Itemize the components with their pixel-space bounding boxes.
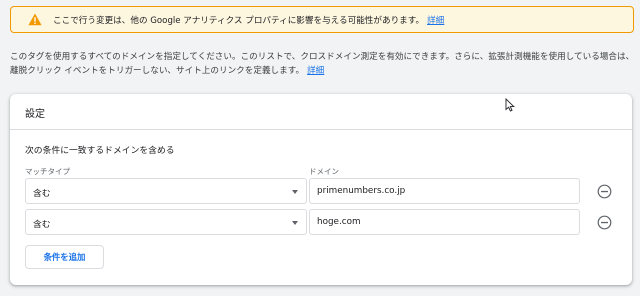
warning-triangle-icon	[28, 13, 42, 26]
domain-input[interactable]: hoge.com	[309, 209, 580, 235]
warning-message: ここで行う変更は、他の Google アナリティクス プロパティに影響を与える可…	[53, 15, 425, 26]
dropdown-arrow-icon	[292, 221, 298, 225]
match-type-select[interactable]: 含む	[25, 209, 307, 235]
settings-title: 設定	[10, 94, 632, 130]
domain-value: hoge.com	[317, 217, 361, 227]
description: このタグを使用するすべてのドメインを指定してください。このリストで、クロスドメイ…	[10, 50, 636, 78]
mouse-cursor-icon	[505, 97, 515, 112]
match-type-label: マッチタイプ	[25, 167, 70, 176]
add-condition-button[interactable]: 条件を追加	[25, 245, 104, 269]
domain-label: ドメイン	[309, 167, 339, 176]
description-details-link[interactable]: 詳細	[307, 66, 324, 76]
match-type-value: 含む	[33, 189, 51, 199]
domain-input[interactable]: primenumbers.co.jp	[309, 178, 580, 204]
remove-circle-icon[interactable]	[597, 215, 612, 230]
warning-text: ここで行う変更は、他の Google アナリティクス プロパティに影響を与える可…	[53, 14, 444, 26]
warning-banner: ここで行う変更は、他の Google アナリティクス プロパティに影響を与える可…	[10, 6, 634, 33]
warning-details-link[interactable]: 詳細	[427, 16, 444, 26]
settings-card: 設定 次の条件に一致するドメインを含める マッチタイプ ドメイン 含む prim…	[10, 94, 632, 285]
match-type-select[interactable]: 含む	[25, 178, 307, 204]
remove-circle-icon[interactable]	[597, 184, 612, 199]
match-type-value: 含む	[33, 220, 51, 230]
dropdown-arrow-icon	[292, 190, 298, 194]
domain-value: primenumbers.co.jp	[317, 186, 406, 196]
condition-label: 次の条件に一致するドメインを含める	[25, 146, 175, 156]
